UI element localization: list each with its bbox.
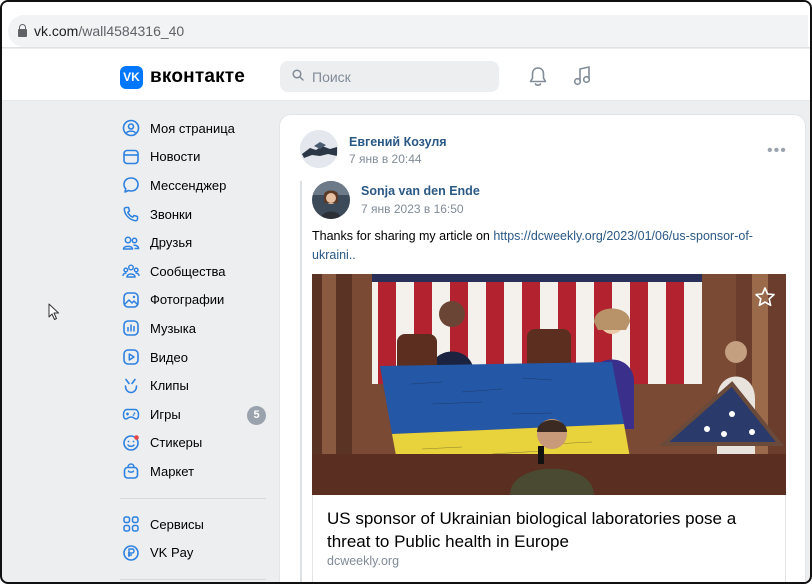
logo-text[interactable]: вконтакте (150, 66, 245, 88)
left-sidebar: Моя страница Новости Мессенджер Звонки Д… (120, 114, 270, 582)
wall-post: Евгений Козуля 7 янв в 20:44 ••• Sonja v… (279, 114, 806, 582)
sidebar-item-label: Сообщества (150, 263, 226, 279)
photo-icon (121, 290, 141, 310)
sidebar-item-news[interactable]: Новости (120, 143, 270, 172)
search-placeholder: Поиск (312, 69, 351, 85)
video-icon (121, 347, 141, 367)
search-icon (292, 69, 304, 81)
sidebar-item-music[interactable]: Музыка (120, 314, 270, 343)
search-input[interactable]: Поиск (280, 61, 499, 92)
sidebar-divider (120, 578, 266, 580)
sidebar-item-label: Музыка (150, 320, 196, 336)
vk-pay-icon (121, 543, 141, 563)
lock-icon (18, 24, 27, 37)
address-bar: vk.com/wall4584316_40 (2, 2, 810, 48)
games-count-badge: 5 (247, 405, 266, 425)
mouse-cursor-icon (48, 303, 59, 320)
sidebar-item-label: Сервисы (150, 516, 204, 532)
article-title[interactable]: US sponsor of Ukrainian biological labor… (327, 507, 767, 553)
sidebar-item-label: Моя страница (150, 120, 235, 136)
repost-author-name[interactable]: Sonja van den Ende (361, 184, 480, 198)
repost-indicator-line (300, 181, 302, 582)
bookmark-star-icon[interactable] (754, 286, 776, 308)
phone-icon (121, 204, 141, 224)
repost-text: Thanks for sharing my article on https:/… (312, 227, 782, 265)
article-photo-image (312, 274, 786, 495)
author-avatar[interactable] (300, 130, 338, 168)
sidebar-item-stickers[interactable]: Стикеры (120, 429, 270, 458)
sidebar-item-label: VK Pay (150, 545, 194, 561)
sidebar-item-games[interactable]: Игры 5 (120, 400, 270, 429)
post-author-name[interactable]: Евгений Козуля (349, 135, 447, 149)
article-link-card[interactable]: US sponsor of Ukrainian biological labor… (312, 495, 786, 582)
sidebar-item-calls[interactable]: Звонки (120, 200, 270, 229)
post-menu-icon[interactable]: ••• (767, 142, 787, 160)
bell-icon[interactable] (528, 66, 548, 88)
vk-logo-icon[interactable]: VK (120, 66, 143, 89)
music-icon (121, 318, 141, 338)
sidebar-item-messenger[interactable]: Мессенджер (120, 171, 270, 200)
url-domain: vk.com (34, 23, 79, 39)
friends-icon (121, 233, 141, 253)
repost-text-prefix: Thanks for sharing my article on (312, 229, 494, 243)
news-icon (121, 147, 141, 167)
post-date[interactable]: 7 янв в 20:44 (349, 152, 422, 166)
site-header: VK вконтакте Поиск (2, 49, 810, 101)
clips-icon (121, 376, 141, 396)
sticker-icon (121, 433, 141, 453)
user-circle-icon (121, 118, 141, 138)
gamepad-icon (121, 404, 141, 424)
url-text[interactable]: vk.com/wall4584316_40 (34, 23, 184, 39)
music-note-icon[interactable] (572, 65, 592, 87)
sidebar-item-label: Клипы (150, 378, 189, 394)
sidebar-item-services[interactable]: Сервисы (120, 510, 270, 539)
message-bubble-icon (121, 175, 141, 195)
sidebar-item-clips[interactable]: Клипы (120, 371, 270, 400)
sidebar-item-label: Звонки (150, 206, 192, 222)
sidebar-item-label: Новости (150, 149, 201, 165)
sidebar-item-video[interactable]: Видео (120, 343, 270, 372)
sidebar-item-label: Стикеры (150, 435, 203, 451)
sidebar-item-market[interactable]: Маркет (120, 457, 270, 486)
sidebar-item-label: Маркет (150, 463, 195, 479)
repost-date[interactable]: 7 янв 2023 в 16:50 (361, 202, 464, 216)
market-bag-icon (121, 461, 141, 481)
url-path: /wall4584316_40 (78, 23, 185, 39)
sidebar-item-label: Мессенджер (150, 177, 227, 193)
article-photo[interactable] (312, 274, 786, 495)
sidebar-item-photos[interactable]: Фотографии (120, 286, 270, 315)
sidebar-item-friends[interactable]: Друзья (120, 228, 270, 257)
sidebar-divider (120, 497, 266, 499)
sidebar-item-label: Фотографии (150, 292, 225, 308)
browser-window: vk.com/wall4584316_40 VK вконтакте Поиск… (0, 0, 812, 584)
sidebar-item-label: Игры (150, 406, 181, 422)
communities-icon (121, 261, 141, 281)
article-domain: dcweekly.org (327, 554, 400, 568)
sidebar-item-label: Друзья (150, 235, 193, 251)
repost-author-avatar[interactable] (312, 181, 350, 219)
sidebar-item-label: Видео (150, 349, 188, 365)
sidebar-item-vk-pay[interactable]: VK Pay (120, 538, 270, 567)
sidebar-item-my-page[interactable]: Моя страница (120, 114, 270, 143)
services-icon (121, 514, 141, 534)
sidebar-item-communities[interactable]: Сообщества (120, 257, 270, 286)
